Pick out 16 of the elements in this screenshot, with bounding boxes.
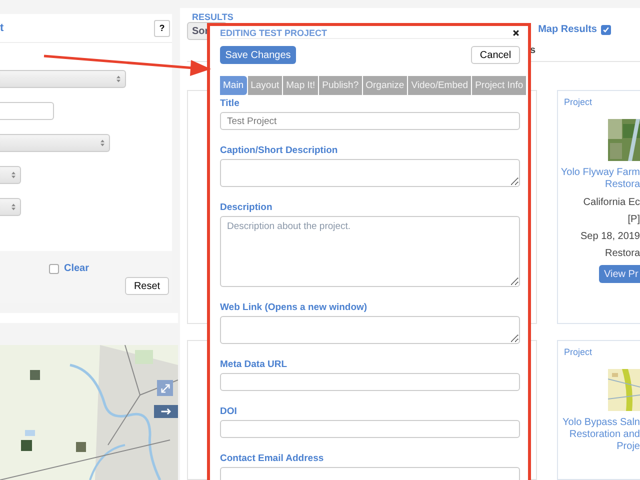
card-text: California Ec xyxy=(583,197,640,208)
card-text: Restora xyxy=(604,248,640,259)
card-type-label: Project xyxy=(564,347,592,357)
field-label: Contact Email Address xyxy=(220,453,325,464)
field-label: DOI xyxy=(220,406,238,417)
field-label: Meta Data URL xyxy=(220,359,288,370)
results-title: RESULTS xyxy=(192,12,234,22)
field-label: Description xyxy=(220,202,274,213)
card-type-label: Project xyxy=(564,97,592,107)
field-label: Caption/Short Description xyxy=(220,145,339,156)
field-label: Web Link (Opens a new window) xyxy=(220,302,368,313)
map-results-label: Map Results xyxy=(538,24,597,35)
card-text: [P] xyxy=(628,214,640,225)
card-text: Sep 18, 2019 xyxy=(580,231,640,242)
field-label: Title xyxy=(220,98,240,109)
modal-title: EDITING TEST PROJECT xyxy=(220,28,328,38)
